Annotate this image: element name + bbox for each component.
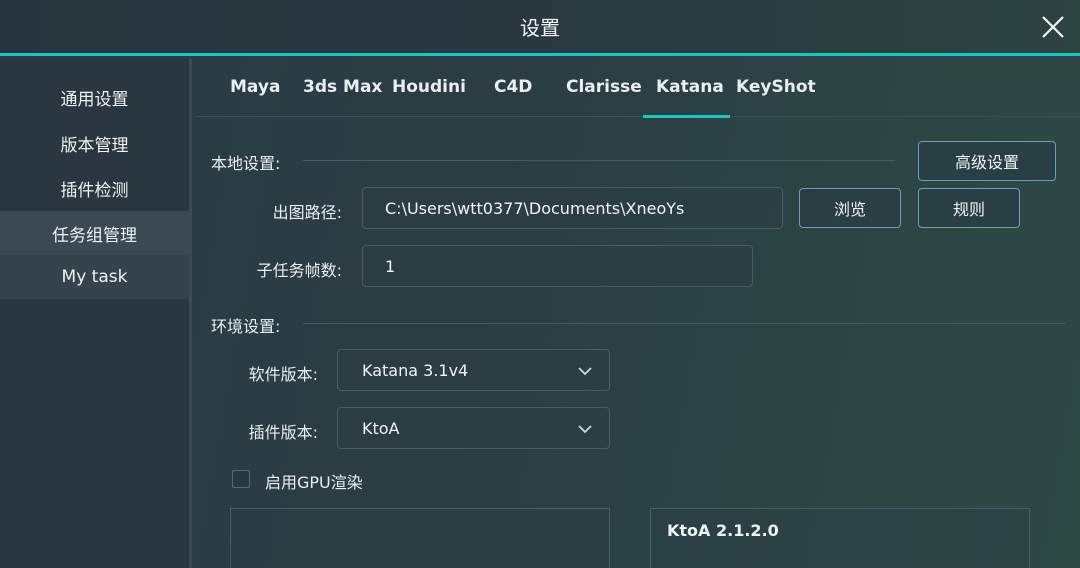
gpu-render-label: 启用GPU渲染 <box>265 473 363 492</box>
available-plugins-list[interactable] <box>230 508 610 568</box>
close-icon <box>1042 16 1064 38</box>
sidebar-item-label: 任务组管理 <box>52 225 137 246</box>
plugin-version-label: 插件版本: <box>248 423 318 442</box>
sidebar-item-plugin-check[interactable]: 插件检测 <box>0 166 189 210</box>
sidebar-item-label: 版本管理 <box>60 135 129 156</box>
sidebar-item-task-group[interactable]: 任务组管理 <box>0 211 189 255</box>
sidebar-item-version[interactable]: 版本管理 <box>0 121 189 165</box>
title-bar: 设置 <box>0 0 1080 56</box>
section-divider <box>303 323 1066 324</box>
browse-button[interactable]: 浏览 <box>799 188 901 228</box>
tab-clarisse[interactable]: Clarisse <box>566 77 642 97</box>
sidebar-item-general[interactable]: 通用设置 <box>0 75 189 119</box>
plugin-version-select[interactable]: KtoA <box>337 407 610 449</box>
sidebar-item-label: 通用设置 <box>60 89 129 110</box>
chevron-down-icon <box>578 367 592 376</box>
subtask-frames-label: 子任务帧数: <box>256 261 342 280</box>
advanced-settings-button[interactable]: 高级设置 <box>918 141 1056 181</box>
tab-keyshot[interactable]: KeyShot <box>736 77 816 97</box>
sidebar-item-my-task[interactable]: My task <box>0 255 189 299</box>
tab-maya[interactable]: Maya <box>230 77 280 97</box>
software-version-label: 软件版本: <box>248 365 318 384</box>
env-settings-label: 环境设置: <box>211 317 281 336</box>
subtask-frames-input[interactable] <box>362 245 753 287</box>
active-tab-indicator <box>643 115 730 118</box>
software-version-select[interactable]: Katana 3.1v4 <box>337 349 610 391</box>
tab-c4d[interactable]: C4D <box>494 77 532 97</box>
tab-3dsmax[interactable]: 3ds Max <box>303 77 382 97</box>
output-path-input[interactable] <box>362 187 783 229</box>
rules-button[interactable]: 规则 <box>918 188 1020 228</box>
gpu-render-checkbox[interactable] <box>232 470 250 488</box>
local-settings-label: 本地设置: <box>211 154 281 173</box>
list-item[interactable]: KtoA 2.1.2.0 <box>667 521 779 540</box>
sidebar: 通用设置 版本管理 插件检测 任务组管理 My task <box>0 59 192 568</box>
sidebar-item-label: 插件检测 <box>60 180 129 201</box>
tab-houdini[interactable]: Houdini <box>392 77 466 97</box>
sidebar-item-label: My task <box>61 267 128 287</box>
window-title: 设置 <box>520 16 560 40</box>
selected-plugins-list[interactable]: KtoA 2.1.2.0 <box>650 508 1030 568</box>
output-path-label: 出图路径: <box>272 203 342 222</box>
plugin-version-value: KtoA <box>362 418 400 438</box>
tab-katana[interactable]: Katana <box>656 77 724 97</box>
close-button[interactable] <box>1038 12 1068 42</box>
chevron-down-icon <box>578 425 592 434</box>
software-version-value: Katana 3.1v4 <box>362 360 469 380</box>
section-divider <box>303 160 895 161</box>
software-tabs: Maya 3ds Max Houdini C4D Clarisse Katana… <box>195 59 1080 117</box>
